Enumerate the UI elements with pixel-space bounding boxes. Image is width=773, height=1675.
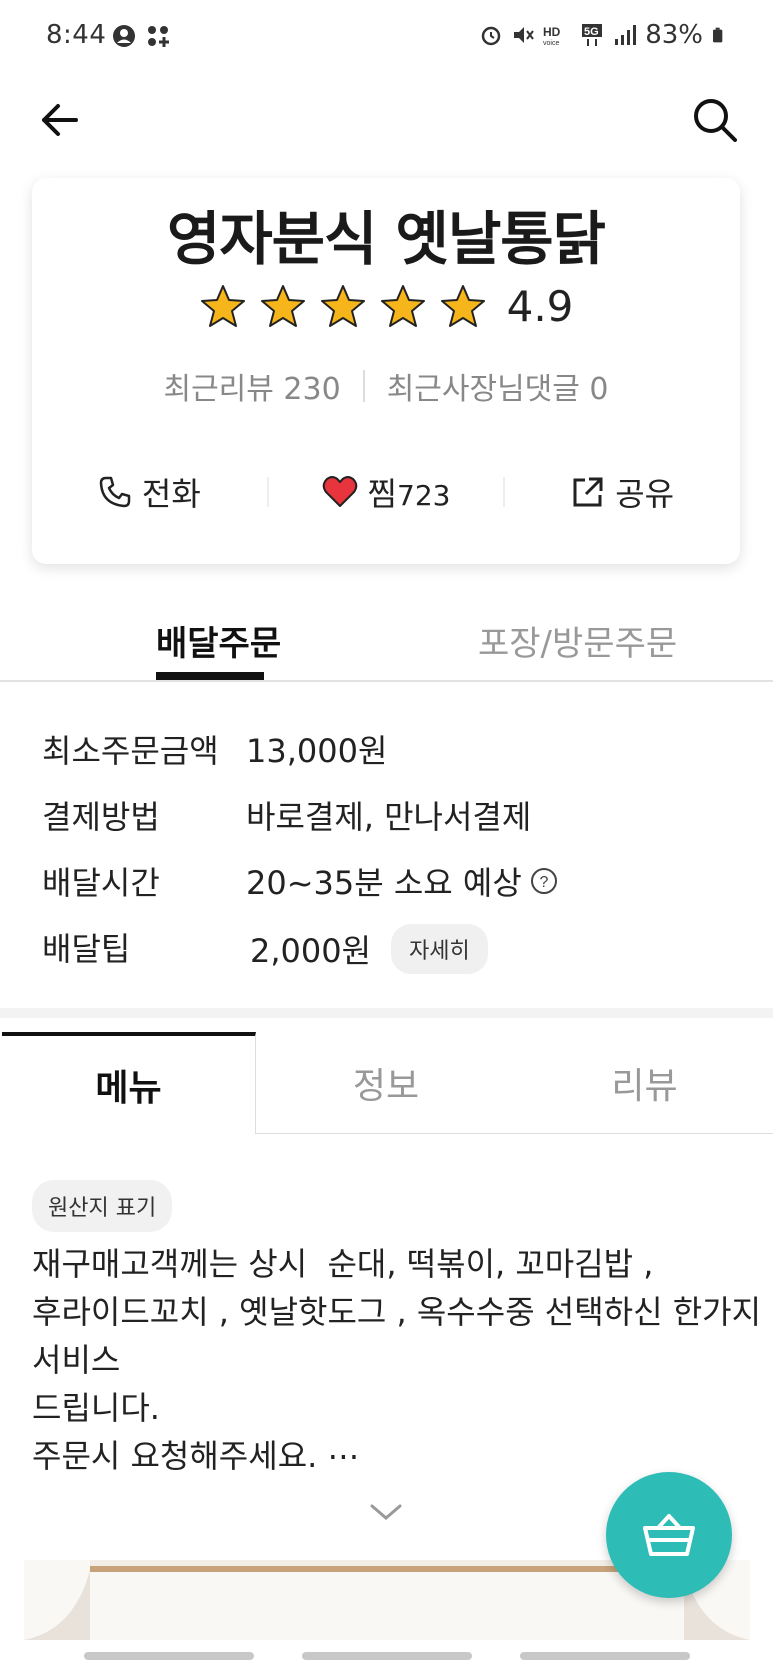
nav-home-button[interactable]: [302, 1652, 472, 1660]
top-nav: [0, 80, 773, 160]
delivery-time-value: 20~35분 소요 예상: [246, 864, 522, 902]
heart-icon: [322, 476, 357, 507]
delivery-tip-value-wrap: 2,000원 자세히: [250, 924, 488, 974]
store-notice: 재구매고객께는 상시 순대, 떡볶이, 꼬마김밥 , 후라이드꼬치 , 옛날핫도…: [32, 1240, 762, 1480]
delivery-time-value-wrap: 20~35분 소요 예상 ?: [246, 858, 558, 904]
notice-line: 재구매고객께는 상시 순대, 떡볶이, 꼬마김밥 ,: [32, 1245, 654, 1283]
tab-delivery-order[interactable]: 배달주문: [156, 616, 281, 665]
status-right-icons: HD voice 5G 83%: [479, 20, 727, 50]
star-icon: [260, 284, 305, 327]
store-card: 영자분식 옛날통닭 4.9 최근리뷰 230 최근사장님댓글 0 전화 찜723…: [32, 178, 740, 564]
svg-text:voice: voice: [543, 40, 559, 47]
store-name: 영자분식 옛날통닭: [166, 205, 606, 273]
phone-icon: [99, 476, 131, 508]
favorite-text: 찜: [367, 475, 397, 513]
tab-info[interactable]: 정보: [256, 1032, 516, 1134]
min-order-label: 최소주문금액: [42, 732, 219, 770]
call-button[interactable]: 전화: [32, 469, 267, 515]
5g-icon: 5G: [582, 24, 603, 46]
tab-review[interactable]: 리뷰: [516, 1032, 773, 1134]
alarm-icon: [481, 26, 501, 46]
tab-menu[interactable]: 메뉴: [2, 1032, 256, 1134]
basket-icon: [643, 1514, 695, 1556]
svg-text:HD: HD: [543, 25, 561, 39]
active-tab-indicator: [156, 672, 264, 680]
nav-recent-button[interactable]: [84, 1652, 254, 1660]
svg-text:?: ?: [539, 874, 548, 891]
favorite-button[interactable]: 찜723: [269, 469, 504, 515]
rating-row: 4.9: [32, 282, 740, 331]
recent-reviews-link[interactable]: 최근리뷰 230: [163, 364, 340, 408]
star-icon: [320, 284, 365, 327]
store-actions: 전화 찜723 공유: [32, 460, 740, 524]
delivery-tip-value: 2,000원: [250, 932, 372, 970]
cart-button[interactable]: [606, 1472, 732, 1598]
rating-value: 4.9: [506, 282, 574, 331]
hd-voice-icon: HDvoice: [543, 25, 561, 47]
origin-label-button[interactable]: 원산지 표기: [32, 1180, 173, 1232]
order-type-tabs: 배달주문 포장/방문주문: [0, 600, 773, 682]
share-button[interactable]: 공유: [505, 469, 740, 515]
tab-pickup-order[interactable]: 포장/방문주문: [478, 616, 677, 665]
owner-replies-link[interactable]: 최근사장님댓글 0: [387, 364, 609, 408]
favorite-count: 723: [397, 479, 451, 512]
help-icon[interactable]: ?: [530, 867, 558, 895]
search-icon[interactable]: [689, 94, 741, 146]
nav-back-button[interactable]: [520, 1652, 690, 1660]
chevron-down-icon[interactable]: [368, 1500, 404, 1524]
delivery-tip-detail-button[interactable]: 자세히: [391, 924, 488, 974]
star-icon: [380, 284, 425, 327]
payment-label: 결제방법: [42, 798, 160, 836]
section-divider: [0, 1008, 773, 1018]
grid-dots-icon: [148, 26, 169, 47]
status-left-icons: [112, 24, 170, 48]
delivery-info: 최소주문금액 13,000원 결제방법 바로결제, 만나서결제 배달시간 20~…: [42, 722, 732, 986]
notice-line: 드립니다.: [32, 1389, 160, 1427]
notice-line: 서비스: [32, 1341, 121, 1379]
notice-line: 후라이드꼬치 , 옛날핫도그 , 옥수수중 선택하신 한가지: [32, 1293, 762, 1331]
star-icon: [440, 284, 485, 327]
account-circle-icon: [113, 25, 135, 47]
delivery-tip-row: 배달팁 2,000원 자세히: [42, 920, 732, 986]
status-time: 8:44: [46, 20, 107, 50]
divider: [362, 370, 365, 402]
delivery-tip-label: 배달팁: [42, 930, 131, 968]
svg-text:5G: 5G: [584, 26, 599, 38]
min-order-row: 최소주문금액 13,000원: [42, 722, 732, 788]
star-icon: [200, 284, 245, 327]
share-icon: [573, 477, 603, 507]
favorite-label: 찜723: [368, 469, 451, 515]
delivery-time-row: 배달시간 20~35분 소요 예상 ?: [42, 854, 732, 920]
back-arrow-icon[interactable]: [36, 96, 84, 144]
battery-percent: 83%: [645, 20, 703, 50]
call-label: 전화: [141, 475, 201, 513]
status-bar: 8:44 HD voice 5G 83%: [0, 0, 773, 76]
battery-icon: [713, 27, 723, 43]
signal-icon: [615, 25, 637, 45]
review-summary: 최근리뷰 230 최근사장님댓글 0: [32, 364, 740, 408]
share-label: 공유: [615, 475, 675, 513]
main-tabs: 메뉴 정보 리뷰: [0, 1032, 773, 1134]
notice-line: 주문시 요청해주세요. ⋯: [32, 1437, 360, 1475]
system-nav-bar: [0, 1640, 773, 1675]
min-order-value: 13,000원: [246, 732, 388, 770]
mute-icon: [514, 27, 535, 43]
payment-row: 결제방법 바로결제, 만나서결제: [42, 788, 732, 854]
payment-value: 바로결제, 만나서결제: [246, 798, 532, 836]
delivery-time-label: 배달시간: [42, 864, 160, 902]
